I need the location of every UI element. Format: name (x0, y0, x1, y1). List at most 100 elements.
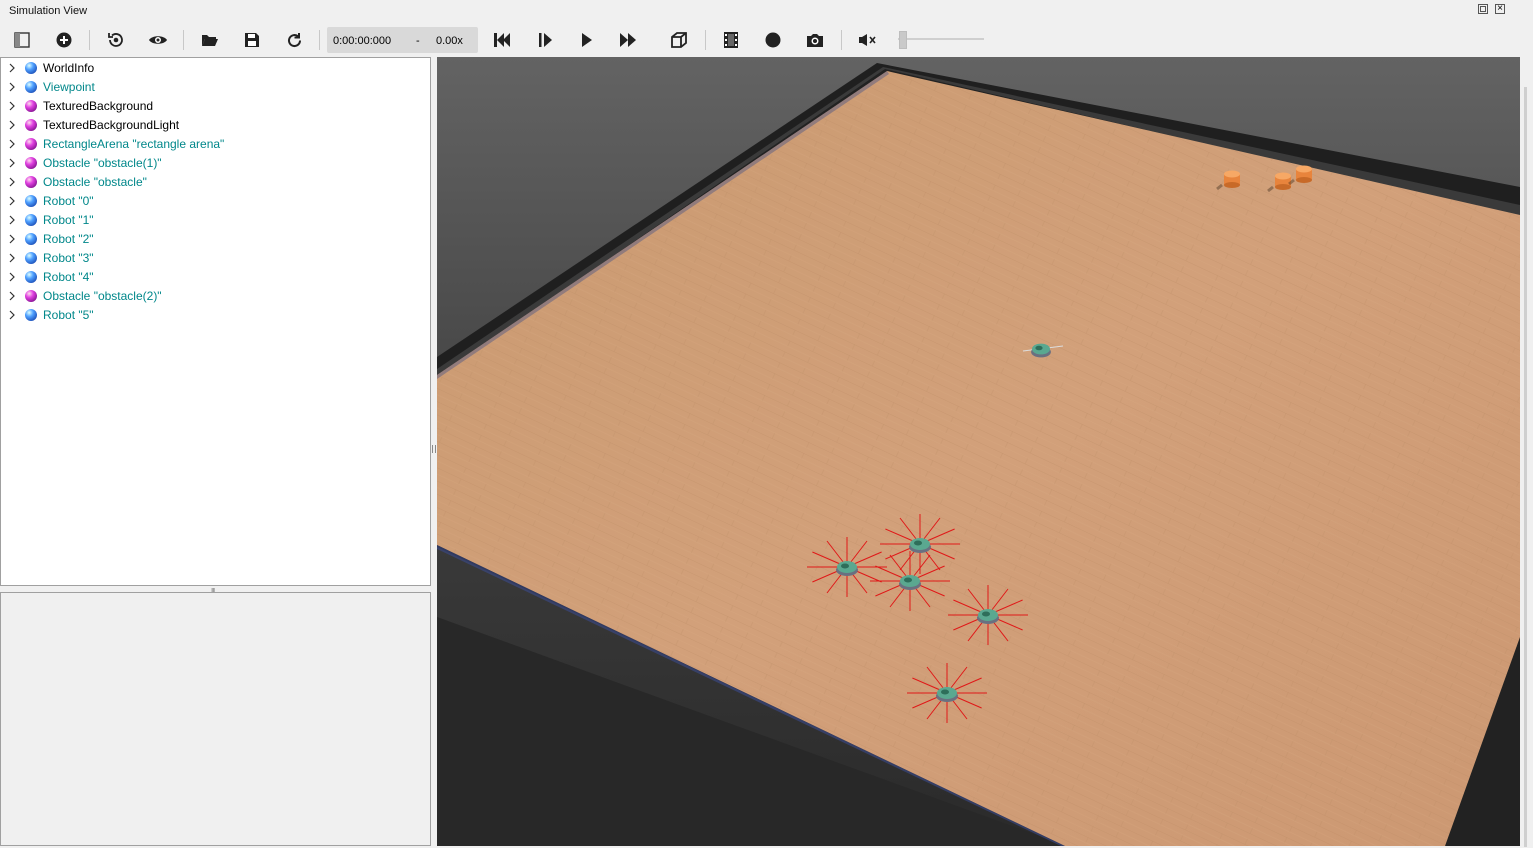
save-icon (245, 33, 259, 47)
volume-slider-track (898, 38, 984, 40)
tree-node-label: Obstacle "obstacle" (43, 175, 147, 189)
view-menu-button[interactable] (146, 28, 170, 52)
toolbar-separator (319, 30, 320, 50)
volume-slider[interactable] (898, 30, 984, 50)
reload-icon (287, 32, 301, 47)
node-type-icon (25, 138, 37, 150)
step-button[interactable] (533, 28, 557, 52)
scene-tree-toggle-icon (14, 32, 30, 48)
chevron-right-icon[interactable] (7, 195, 17, 207)
tree-node[interactable]: Obstacle "obstacle(1)" (1, 154, 429, 173)
eye-icon (149, 36, 167, 44)
tree-node[interactable]: Robot "1" (1, 211, 429, 230)
tree-node-label: Obstacle "obstacle(1)" (43, 156, 162, 170)
tree-node-label: TexturedBackgroundLight (43, 118, 180, 132)
tree-node-label: Obstacle "obstacle(2)" (43, 289, 162, 303)
node-type-icon (25, 309, 37, 321)
toolbar-separator (89, 30, 90, 50)
tree-node[interactable]: Robot "2" (1, 230, 429, 249)
chevron-right-icon[interactable] (7, 309, 17, 321)
tree-node[interactable]: Robot "5" (1, 306, 429, 325)
toolbar (0, 24, 1533, 56)
step-icon (539, 33, 552, 47)
simulation-time-display: 0:00:00:000 - 0.00x (327, 27, 478, 53)
chevron-right-icon[interactable] (7, 290, 17, 302)
run-button[interactable] (575, 28, 599, 52)
mute-button[interactable] (855, 28, 879, 52)
folder-open-icon (202, 35, 218, 46)
tree-node[interactable]: Obstacle "obstacle(2)" (1, 287, 429, 306)
time-separator: - (416, 35, 420, 47)
cube-icon (671, 32, 687, 48)
record-animation-button[interactable] (761, 28, 785, 52)
screenshot-button[interactable] (803, 28, 827, 52)
fast-button[interactable] (616, 28, 640, 52)
reset-viewpoint-button[interactable] (104, 28, 128, 52)
node-type-icon (25, 271, 37, 283)
tree-node-label: Viewpoint (43, 80, 95, 94)
reset-simulation-button[interactable] (490, 28, 514, 52)
record-movie-button[interactable] (719, 28, 743, 52)
scene-tree: WorldInfo Viewpoint TexturedBackground Text… (0, 57, 431, 586)
3d-viewport[interactable] (437, 57, 1520, 846)
node-type-icon (25, 62, 37, 74)
chevron-right-icon[interactable] (7, 138, 17, 150)
tree-node[interactable]: Obstacle "obstacle" (1, 173, 429, 192)
tree-node[interactable]: TexturedBackgroundLight (1, 116, 429, 135)
skip-back-icon (494, 33, 510, 47)
tree-node-label: Robot "1" (43, 213, 94, 227)
node-type-icon (25, 119, 37, 131)
tree-node[interactable]: WorldInfo (1, 59, 429, 78)
toolbar-separator (841, 30, 842, 50)
open-world-button[interactable] (198, 28, 222, 52)
tree-node[interactable]: TexturedBackground (1, 97, 429, 116)
volume-slider-handle[interactable] (899, 31, 907, 49)
node-type-icon (25, 233, 37, 245)
tree-node-label: TexturedBackground (43, 99, 154, 113)
reload-world-button[interactable] (282, 28, 306, 52)
chevron-right-icon[interactable] (7, 214, 17, 226)
tree-node-label: Robot "0" (43, 194, 94, 208)
chevron-right-icon[interactable] (7, 233, 17, 245)
field-editor-panel (0, 592, 431, 846)
tree-node[interactable]: Robot "0" (1, 192, 429, 211)
rendering-toggle-button[interactable] (667, 28, 691, 52)
tree-node-label: Robot "3" (43, 251, 94, 265)
add-node-button[interactable] (52, 28, 76, 52)
toolbar-separator (183, 30, 184, 50)
3d-scene[interactable] (437, 57, 1520, 846)
toolbar-separator (705, 30, 706, 50)
speaker-muted-icon (859, 34, 876, 46)
window-title: Simulation View (9, 5, 88, 17)
restore-window-button[interactable] (1478, 4, 1488, 14)
node-type-icon (25, 100, 37, 112)
tree-node[interactable]: Robot "3" (1, 249, 429, 268)
chevron-right-icon[interactable] (7, 100, 17, 112)
tree-node[interactable]: Viewpoint (1, 78, 429, 97)
close-window-button[interactable]: × (1495, 4, 1505, 14)
plus-circle-icon (56, 32, 72, 48)
chevron-right-icon[interactable] (7, 176, 17, 188)
chevron-right-icon[interactable] (7, 252, 17, 264)
simulation-speed: 0.00x (436, 35, 463, 47)
chevron-right-icon[interactable] (7, 62, 17, 74)
tree-node[interactable]: Robot "4" (1, 268, 429, 287)
node-type-icon (25, 252, 37, 264)
save-world-button[interactable] (240, 28, 264, 52)
simulation-time: 0:00:00:000 (333, 35, 392, 47)
chevron-right-icon[interactable] (7, 271, 17, 283)
tree-node-label: RectangleArena "rectangle arena" (43, 137, 225, 151)
tree-node-label: Robot "5" (43, 308, 94, 322)
record-dot-icon (765, 32, 781, 48)
chevron-right-icon[interactable] (7, 157, 17, 169)
toggle-scene-tree-button[interactable] (10, 28, 34, 52)
viewpoint-reset-icon (108, 33, 123, 47)
tree-node-label: Robot "2" (43, 232, 94, 246)
viewport-side-strip (1520, 57, 1533, 847)
node-type-icon (25, 81, 37, 93)
node-type-icon (25, 290, 37, 302)
node-type-icon (25, 214, 37, 226)
tree-node[interactable]: RectangleArena "rectangle arena" (1, 135, 429, 154)
chevron-right-icon[interactable] (7, 81, 17, 93)
chevron-right-icon[interactable] (7, 119, 17, 131)
